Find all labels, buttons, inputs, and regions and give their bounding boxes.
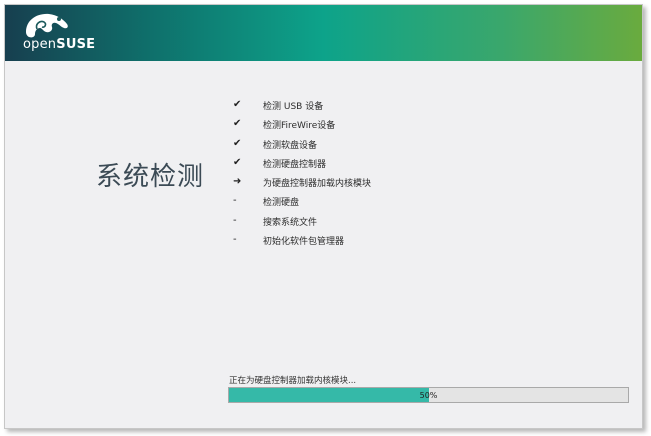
header-banner: openSUSE xyxy=(5,5,642,61)
progress-status-text: 正在为硬盘控制器加载内核模块... xyxy=(229,376,357,386)
checkmark-icon: ✔ xyxy=(233,137,242,149)
progress-percent-label: 50% xyxy=(419,391,438,400)
step-label: 为硬盘控制器加载内核模块 xyxy=(263,179,372,190)
brand-logo-text: openSUSE xyxy=(23,38,95,52)
checkmark-icon: ✔ xyxy=(233,156,242,168)
arrow-right-icon: ➜ xyxy=(233,176,242,188)
progress-bar: 50% xyxy=(228,387,629,403)
installer-window: openSUSE 系统检测 ✔ 检测 USB 设备 ✔ 检测FireWire设备 ✔ 检测… xyxy=(4,4,643,429)
brand-bold-text: SUSE xyxy=(56,37,96,52)
step-label: 检测软盘设备 xyxy=(263,140,318,151)
step-label: 检测 USB 设备 xyxy=(263,102,324,112)
step-label: 检测硬盘 xyxy=(263,198,300,209)
page-title: 系统检测 xyxy=(96,162,205,192)
dash-icon: - xyxy=(233,195,237,207)
step-label: 搜索系统文件 xyxy=(263,217,318,228)
checkmark-icon: ✔ xyxy=(233,99,242,110)
dash-icon: - xyxy=(233,234,237,246)
step-label: 检测硬盘控制器 xyxy=(263,159,327,170)
step-label: 初始化软件包管理器 xyxy=(263,237,345,248)
checkmark-icon: ✔ xyxy=(233,118,242,130)
step-label: 检测FireWire设备 xyxy=(263,121,336,132)
brand-light-text: open xyxy=(23,37,57,52)
chameleon-icon xyxy=(26,13,68,38)
dash-icon: - xyxy=(233,214,237,226)
